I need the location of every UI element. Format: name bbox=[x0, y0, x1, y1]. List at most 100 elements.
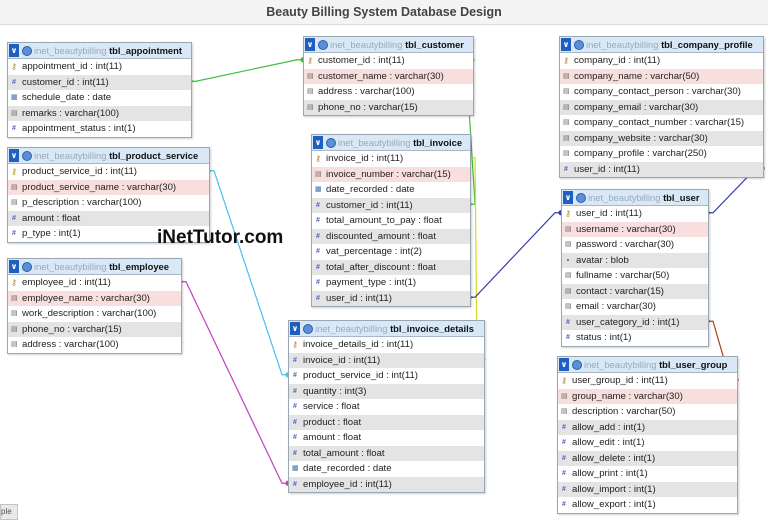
field-row[interactable]: ▤ company_website : varchar(30) bbox=[560, 130, 763, 146]
table-header[interactable]: ∨ inet_beautybilling tbl_invoice_details bbox=[289, 321, 484, 337]
collapse-icon[interactable]: ∨ bbox=[9, 149, 19, 162]
table-header[interactable]: ∨ inet_beautybilling tbl_customer bbox=[304, 37, 473, 53]
field-row[interactable]: # vat_percentage : int(2) bbox=[312, 244, 470, 260]
field-row[interactable]: # allow_import : int(1) bbox=[558, 481, 737, 497]
field-row[interactable]: # user_id : int(11) bbox=[560, 161, 763, 177]
table-tbl-customer[interactable]: ∨ inet_beautybilling tbl_customer ⚷ custome… bbox=[303, 36, 474, 116]
field-row[interactable]: ▤ group_name : varchar(30) bbox=[558, 388, 737, 404]
field-text: allow_export : int(1) bbox=[572, 499, 656, 510]
field-row[interactable]: ▤ company_contact_person : varchar(30) bbox=[560, 84, 763, 100]
field-row[interactable]: # discounted_amount : float bbox=[312, 228, 470, 244]
field-row[interactable]: ▤ p_description : varchar(100) bbox=[8, 195, 209, 211]
field-row[interactable]: ▤ address : varchar(100) bbox=[304, 84, 473, 100]
field-row[interactable]: ▤ contact : varchar(15) bbox=[562, 283, 708, 299]
table-header[interactable]: ∨ inet_beautybilling tbl_product_service bbox=[8, 148, 209, 164]
field-row[interactable]: ▤ address : varchar(100) bbox=[8, 337, 181, 353]
field-row[interactable]: ▤ product_service_name : varchar(30) bbox=[8, 179, 209, 195]
field-row[interactable]: # user_id : int(11) bbox=[312, 290, 470, 306]
field-row[interactable]: # allow_print : int(1) bbox=[558, 466, 737, 482]
field-row[interactable]: ⚷ employee_id : int(11) bbox=[8, 275, 181, 291]
collapse-icon[interactable]: ∨ bbox=[561, 38, 571, 51]
field-row[interactable]: ⚷ product_service_id : int(11) bbox=[8, 164, 209, 180]
table-tbl-user[interactable]: ∨ inet_beautybilling tbl_user ⚷ user_id : i… bbox=[561, 189, 709, 347]
field-row[interactable]: # user_category_id : int(1) bbox=[562, 314, 708, 330]
table-name: tbl_invoice bbox=[413, 137, 463, 148]
field-row[interactable]: ▤ company_profile : varchar(250) bbox=[560, 146, 763, 162]
field-row[interactable]: # service : float bbox=[289, 399, 484, 415]
field-row[interactable]: ⚷ invoice_details_id : int(11) bbox=[289, 337, 484, 353]
table-tbl-appointment[interactable]: ∨ inet_beautybilling tbl_appointment ⚷ appo… bbox=[7, 42, 192, 138]
field-row[interactable]: # employee_id : int(11) bbox=[289, 476, 484, 492]
field-row[interactable]: ▤ username : varchar(30) bbox=[562, 221, 708, 237]
field-row[interactable]: # product : float bbox=[289, 414, 484, 430]
field-row[interactable]: ▤ employee_name : varchar(30) bbox=[8, 290, 181, 306]
collapse-icon[interactable]: ∨ bbox=[305, 38, 315, 51]
field-row[interactable]: ▤ email : varchar(30) bbox=[562, 299, 708, 315]
collapse-icon[interactable]: ∨ bbox=[559, 358, 569, 371]
collapse-icon[interactable]: ∨ bbox=[9, 260, 19, 273]
field-text: phone_no : varchar(15) bbox=[22, 323, 122, 335]
collapse-icon[interactable]: ∨ bbox=[563, 191, 573, 204]
field-row[interactable]: ⚷ invoice_id : int(11) bbox=[312, 151, 470, 167]
field-row[interactable]: # product_service_id : int(11) bbox=[289, 368, 484, 384]
field-row[interactable]: ▤ password : varchar(30) bbox=[562, 237, 708, 253]
database-icon bbox=[22, 45, 32, 56]
field-row[interactable]: # customer_id : int(11) bbox=[312, 197, 470, 213]
table-tbl-invoice[interactable]: ∨ inet_beautybilling tbl_invoice ⚷ invoice_… bbox=[311, 134, 471, 307]
collapse-icon[interactable]: ∨ bbox=[313, 136, 323, 149]
table-tbl-company-profile[interactable]: ∨ inet_beautybilling tbl_company_profile ⚷… bbox=[559, 36, 764, 178]
field-row[interactable]: # customer_id : int(11) bbox=[8, 74, 191, 90]
field-row[interactable]: # status : int(1) bbox=[562, 330, 708, 346]
field-row[interactable]: # payment_type : int(1) bbox=[312, 275, 470, 291]
hash-icon: # bbox=[562, 470, 566, 477]
field-row[interactable]: # invoice_id : int(11) bbox=[289, 352, 484, 368]
database-icon bbox=[326, 137, 336, 148]
field-row[interactable]: # allow_export : int(1) bbox=[558, 497, 737, 513]
corner-tab[interactable]: ple bbox=[0, 504, 18, 520]
table-header[interactable]: ∨ inet_beautybilling tbl_employee bbox=[8, 259, 181, 275]
field-row[interactable]: # total_amount_to_pay : float bbox=[312, 213, 470, 229]
table-tbl-employee[interactable]: ∨ inet_beautybilling tbl_employee ⚷ employe… bbox=[7, 258, 182, 354]
field-row[interactable]: ▪ avatar : blob bbox=[562, 252, 708, 268]
table-header[interactable]: ∨ inet_beautybilling tbl_company_profile bbox=[560, 37, 763, 53]
field-row[interactable]: ▤ company_email : varchar(30) bbox=[560, 99, 763, 115]
field-row[interactable]: ▦ schedule_date : date bbox=[8, 90, 191, 106]
field-row[interactable]: ▤ work_description : varchar(100) bbox=[8, 306, 181, 322]
field-row[interactable]: ⚷ appointment_id : int(11) bbox=[8, 59, 191, 75]
field-row[interactable]: # appointment_status : int(1) bbox=[8, 121, 191, 137]
field-row[interactable]: ⚷ user_id : int(11) bbox=[562, 206, 708, 222]
field-row[interactable]: ⚷ customer_id : int(11) bbox=[304, 53, 473, 69]
field-row[interactable]: ⚷ company_id : int(11) bbox=[560, 53, 763, 69]
field-row[interactable]: ▦ date_recorded : date bbox=[289, 461, 484, 477]
field-row[interactable]: # amount : float bbox=[289, 430, 484, 446]
table-header[interactable]: ∨ inet_beautybilling tbl_appointment bbox=[8, 43, 191, 59]
field-text: discounted_amount : float bbox=[326, 230, 436, 242]
field-row[interactable]: ▤ fullname : varchar(50) bbox=[562, 268, 708, 284]
field-text: customer_name : varchar(30) bbox=[318, 70, 444, 82]
table-header[interactable]: ∨ inet_beautybilling tbl_invoice bbox=[312, 135, 470, 151]
collapse-icon[interactable]: ∨ bbox=[290, 322, 300, 335]
field-row[interactable]: ▤ description : varchar(50) bbox=[558, 404, 737, 420]
field-row[interactable]: # quantity : int(3) bbox=[289, 383, 484, 399]
table-tbl-invoice-details[interactable]: ∨ inet_beautybilling tbl_invoice_details ⚷… bbox=[288, 320, 485, 493]
table-header[interactable]: ∨ inet_beautybilling tbl_user bbox=[562, 190, 708, 206]
collapse-icon[interactable]: ∨ bbox=[9, 44, 19, 57]
field-row[interactable]: ▤ invoice_number : varchar(15) bbox=[312, 166, 470, 182]
field-row[interactable]: ▤ company_contact_number : varchar(15) bbox=[560, 115, 763, 131]
field-row[interactable]: # total_amount : float bbox=[289, 445, 484, 461]
field-row[interactable]: ▤ customer_name : varchar(30) bbox=[304, 68, 473, 84]
field-row[interactable]: # amount : float bbox=[8, 210, 209, 226]
field-row[interactable]: ▤ phone_no : varchar(15) bbox=[304, 99, 473, 115]
field-row[interactable]: ▤ remarks : varchar(100) bbox=[8, 105, 191, 121]
field-row[interactable]: # total_after_discount : float bbox=[312, 259, 470, 275]
table-header[interactable]: ∨ inet_beautybilling tbl_user_group bbox=[558, 357, 737, 373]
field-row[interactable]: ▤ company_name : varchar(50) bbox=[560, 68, 763, 84]
field-row[interactable]: # allow_edit : int(1) bbox=[558, 435, 737, 451]
field-row[interactable]: ▤ phone_no : varchar(15) bbox=[8, 321, 181, 337]
hash-icon: # bbox=[293, 403, 297, 410]
table-tbl-user-group[interactable]: ∨ inet_beautybilling tbl_user_group ⚷ user_… bbox=[557, 356, 738, 514]
field-row[interactable]: # allow_delete : int(1) bbox=[558, 450, 737, 466]
field-row[interactable]: # allow_add : int(1) bbox=[558, 419, 737, 435]
field-row[interactable]: ⚷ user_group_id : int(11) bbox=[558, 373, 737, 389]
field-row[interactable]: ▦ date_recorded : date bbox=[312, 182, 470, 198]
